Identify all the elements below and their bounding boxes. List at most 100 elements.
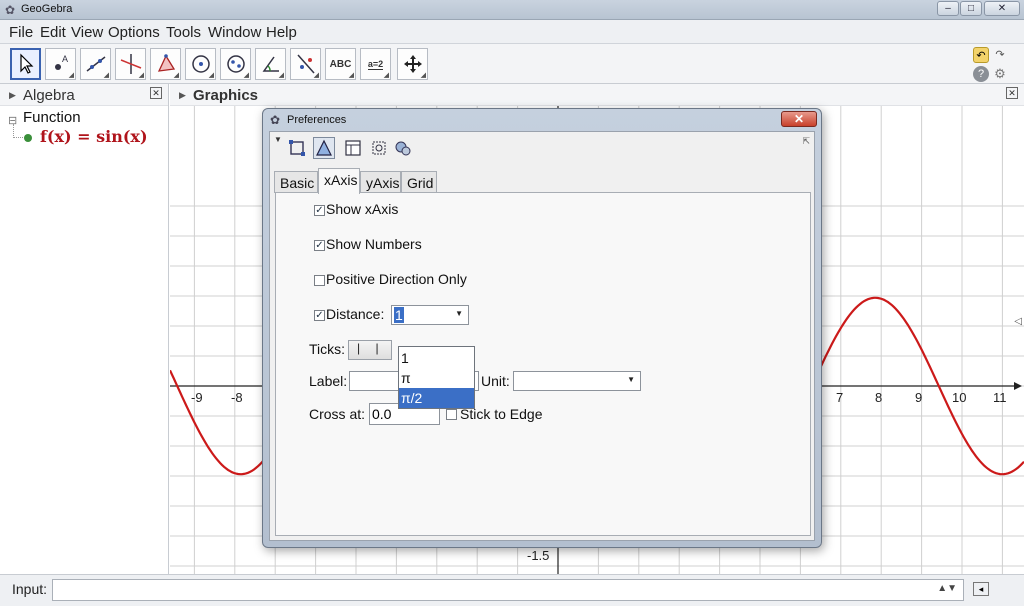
help-icon[interactable]: ? bbox=[973, 66, 989, 82]
input-field[interactable]: ▲▼ bbox=[52, 579, 964, 601]
menu-file[interactable]: File bbox=[9, 24, 33, 41]
ellipse-tool-button[interactable]: ◢ bbox=[220, 48, 251, 80]
x-tick-label: 10 bbox=[952, 390, 967, 405]
input-bar: Input: ▲▼ ◂ bbox=[0, 574, 1024, 606]
positive-direction-label: Positive Direction Only bbox=[326, 271, 467, 287]
layout-properties-button[interactable] bbox=[342, 137, 364, 159]
menu-help[interactable]: Help bbox=[266, 24, 297, 41]
defaults-icon bbox=[372, 141, 386, 155]
tab-basic[interactable]: Basic bbox=[274, 171, 318, 193]
x-tick-label: -9 bbox=[191, 390, 203, 405]
window-titlebar: ✿ GeoGebra – □ ✕ bbox=[0, 0, 1024, 20]
menu-options[interactable]: Options bbox=[108, 24, 160, 41]
layout-icon bbox=[345, 140, 361, 156]
algebra-header: ▶ Algebra ✕ bbox=[0, 84, 168, 106]
tab-grid[interactable]: Grid bbox=[401, 171, 437, 193]
slider-tool-button[interactable]: a=2 ◢ bbox=[360, 48, 391, 80]
x-tick-label: 7 bbox=[836, 390, 844, 405]
show-xaxis-checkbox[interactable]: ✓ bbox=[314, 205, 325, 216]
window-title: GeoGebra bbox=[21, 3, 73, 15]
tab-yaxis[interactable]: yAxis bbox=[360, 171, 401, 193]
collapse-triangle-icon[interactable]: ▶ bbox=[179, 90, 186, 101]
geogebra-logo-icon: ✿ bbox=[5, 3, 16, 17]
point-tool-button[interactable]: A ◢ bbox=[45, 48, 76, 80]
defaults-properties-button[interactable] bbox=[368, 137, 390, 159]
distance-label: Distance: bbox=[326, 306, 385, 322]
tab-xaxis[interactable]: xAxis bbox=[318, 168, 360, 194]
close-window-button[interactable]: ✕ bbox=[984, 1, 1020, 16]
close-algebra-icon[interactable]: ✕ bbox=[150, 87, 162, 99]
angle-tool-button[interactable]: ◢ bbox=[255, 48, 286, 80]
distance-option-highlighted[interactable]: π/2 bbox=[399, 388, 474, 408]
menu-bar: File Edit View Options Tools Window Help bbox=[0, 20, 1024, 44]
x-axis-arrow bbox=[1014, 382, 1022, 390]
line-tool-button[interactable]: ◢ bbox=[80, 48, 111, 80]
distance-dropdown-list: 1 π π/2 bbox=[398, 346, 475, 409]
settings-gear-icon[interactable]: ⚙ bbox=[992, 66, 1008, 82]
unit-combobox[interactable]: ▼ bbox=[513, 371, 641, 391]
show-numbers-checkbox[interactable]: ✓ bbox=[314, 240, 325, 251]
x-tick-label: 8 bbox=[875, 390, 883, 405]
distance-option[interactable]: 1 bbox=[399, 348, 474, 368]
menu-tools[interactable]: Tools bbox=[166, 24, 201, 41]
menu-view[interactable]: View bbox=[71, 24, 103, 41]
minimize-button[interactable]: – bbox=[937, 1, 959, 16]
text-tool-label: ABC bbox=[329, 58, 352, 70]
dialog-close-button[interactable]: ✕ bbox=[781, 111, 817, 127]
text-tool-button[interactable]: ABC ◢ bbox=[325, 48, 356, 80]
keyboard-toggle-icon[interactable]: ◂ bbox=[973, 582, 989, 596]
circle-tool-button[interactable]: ◢ bbox=[185, 48, 216, 80]
maximize-button[interactable]: □ bbox=[960, 1, 982, 16]
preferences-dialog: ✿ Preferences ✕ ▼ ⇱ Basic xAxis yAxis Gr… bbox=[262, 108, 822, 548]
dialog-body: ▼ ⇱ Basic xAxis yAxis Grid ✓ Show xAxis … bbox=[269, 131, 815, 541]
undo-icon[interactable]: ↶ bbox=[973, 47, 989, 63]
graphics-icon bbox=[316, 139, 332, 156]
dialog-title: Preferences bbox=[287, 114, 347, 126]
distance-option[interactable]: π bbox=[399, 368, 474, 388]
stick-to-edge-checkbox[interactable] bbox=[446, 409, 457, 420]
collapse-triangle-icon[interactable]: ▶ bbox=[9, 90, 16, 101]
x-tick-label: 9 bbox=[915, 390, 923, 405]
chevron-down-icon[interactable]: ▼ bbox=[627, 375, 635, 384]
tool-bar: A ◢ ◢ ◢ ◢ ◢ ◢ ◢ ◢ ABC ◢ a=2 ◢ ◢ ↶ ↷ ? ⚙ bbox=[0, 44, 1024, 84]
label-field-label: Label: bbox=[309, 373, 348, 389]
ticks-style-button[interactable]: | | bbox=[348, 340, 392, 360]
tree-connector bbox=[13, 124, 23, 138]
show-xaxis-label: Show xAxis bbox=[326, 201, 399, 217]
unit-label: Unit: bbox=[481, 373, 510, 389]
show-numbers-label: Show Numbers bbox=[326, 236, 422, 252]
positive-direction-checkbox[interactable] bbox=[314, 275, 325, 286]
function-definition[interactable]: f(x) = sin(x) bbox=[40, 127, 148, 146]
visibility-toggle-icon[interactable] bbox=[24, 134, 32, 142]
move-graphics-tool-button[interactable]: ◢ bbox=[397, 48, 428, 80]
algebra-view: ▶ Algebra ✕ ⊟ Function f(x) = sin(x) bbox=[0, 84, 169, 574]
slider-tool-label: a=2 bbox=[367, 58, 384, 70]
menu-window[interactable]: Window bbox=[208, 24, 261, 41]
ticks-label: Ticks: bbox=[309, 341, 346, 357]
input-label: Input: bbox=[12, 581, 48, 597]
dialog-menu-icon[interactable]: ▼ bbox=[274, 135, 282, 144]
object-properties-button[interactable] bbox=[286, 137, 308, 159]
move-tool-button[interactable] bbox=[10, 48, 41, 80]
dialog-collapse-icon[interactable]: ⇱ bbox=[802, 136, 810, 147]
advanced-gear-icon bbox=[395, 141, 411, 156]
distance-checkbox[interactable]: ✓ bbox=[314, 310, 325, 321]
reflect-tool-button[interactable]: ◢ bbox=[290, 48, 321, 80]
input-history-icon[interactable]: ▲▼ bbox=[937, 583, 957, 594]
algebra-title: Algebra bbox=[23, 87, 75, 104]
pointer-icon bbox=[19, 53, 33, 74]
advanced-properties-button[interactable] bbox=[392, 137, 414, 159]
chevron-down-icon[interactable]: ▼ bbox=[455, 309, 463, 318]
geogebra-logo-icon: ✿ bbox=[270, 113, 281, 127]
menu-edit[interactable]: Edit bbox=[40, 24, 66, 41]
object-icon bbox=[289, 140, 305, 156]
xaxis-settings-panel: ✓ Show xAxis ✓ Show Numbers Positive Dir… bbox=[275, 192, 811, 536]
expand-side-icon[interactable]: ◁ bbox=[1014, 316, 1022, 327]
distance-value: 1 bbox=[394, 307, 404, 323]
distance-combobox[interactable]: 1 ▼ bbox=[391, 305, 469, 325]
graphics-properties-button[interactable] bbox=[313, 137, 335, 159]
redo-icon[interactable]: ↷ bbox=[992, 47, 1008, 63]
perpendicular-tool-button[interactable]: ◢ bbox=[115, 48, 146, 80]
close-graphics-icon[interactable]: ✕ bbox=[1006, 87, 1018, 99]
polygon-tool-button[interactable]: ◢ bbox=[150, 48, 181, 80]
